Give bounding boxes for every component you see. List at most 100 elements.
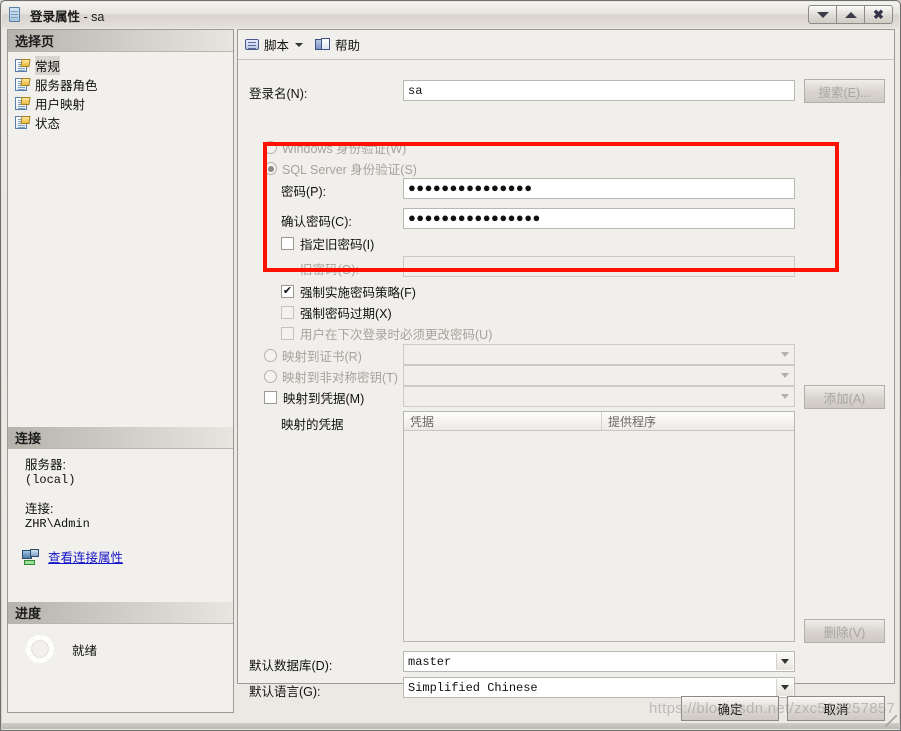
login-name-label-row: 登录名(N): xyxy=(249,83,307,102)
must-change-password-row[interactable]: 用户在下次登录时必须更改密码(U) xyxy=(281,324,492,343)
cancel-button[interactable]: 取消 xyxy=(787,695,885,721)
map-to-certificate-combo[interactable] xyxy=(403,344,795,365)
specify-old-password-checkbox[interactable] xyxy=(281,237,294,250)
enforce-password-policy-checkbox[interactable]: ✔ xyxy=(281,285,294,298)
old-password-input[interactable] xyxy=(403,256,795,277)
confirm-password-input[interactable]: ●●●●●●●●●●●●●●●● xyxy=(403,208,795,229)
delete-credential-button[interactable]: 删除(V) xyxy=(804,619,885,643)
progress-status: 就绪 xyxy=(72,643,98,658)
map-to-credential-combo[interactable] xyxy=(403,386,795,407)
login-name-input[interactable]: sa xyxy=(403,80,795,101)
connection-icon xyxy=(22,548,40,565)
window-controls: ✖ xyxy=(808,5,893,24)
password-value: ●●●●●●●●●●●●●●● xyxy=(408,181,533,196)
delete-button-label: 删除(V) xyxy=(823,625,866,640)
mapped-credentials-label: 映射的凭据 xyxy=(281,418,344,432)
chevron-down-icon[interactable] xyxy=(776,388,793,405)
default-database-label-row: 默认数据库(D): xyxy=(249,655,332,674)
ok-button-label: 确定 xyxy=(717,702,743,717)
page-icon xyxy=(14,96,31,111)
sidebar-item-server-roles[interactable]: 服务器角色 xyxy=(14,75,233,94)
enforce-expiration-row[interactable]: 强制密码过期(X) xyxy=(281,303,392,322)
help-label: 帮助 xyxy=(335,39,361,53)
chevron-down-icon xyxy=(816,11,829,18)
enforce-policy-row[interactable]: ✔ 强制实施密码策略(F) xyxy=(281,282,416,301)
must-change-password-checkbox[interactable] xyxy=(281,327,294,340)
must-change-password-label: 用户在下次登录时必须更改密码(U) xyxy=(300,328,493,342)
specify-old-password-label: 指定旧密码(I) xyxy=(300,238,375,252)
mapped-credentials-grid[interactable]: 凭据 提供程序 xyxy=(403,411,795,642)
login-name-value: sa xyxy=(408,83,423,98)
default-database-value: master xyxy=(408,654,452,669)
login-name-label: 登录名(N): xyxy=(249,87,308,101)
select-page-list: 常规 服务器角色 用户映射 状态 xyxy=(8,52,233,132)
left-panel: 选择页 常规 服务器角色 用户映射 状态 连接 服务器: (local) 连接:… xyxy=(7,29,234,713)
window-title-separator: - xyxy=(80,9,92,24)
help-button[interactable]: 帮助 xyxy=(315,35,360,54)
map-to-certificate-row[interactable]: 映射到证书(R) xyxy=(264,346,362,365)
sql-auth-radio[interactable] xyxy=(264,162,277,175)
default-database-combo[interactable]: master xyxy=(403,651,795,672)
sidebar-item-user-mapping[interactable]: 用户映射 xyxy=(14,94,233,113)
add-button-label: 添加(A) xyxy=(823,391,866,406)
map-to-asymmetric-key-radio[interactable] xyxy=(264,370,277,383)
sidebar-item-status[interactable]: 状态 xyxy=(14,113,233,132)
connection-value: ZHR\Admin xyxy=(25,517,90,531)
status-bar xyxy=(2,723,899,729)
add-credential-button[interactable]: 添加(A) xyxy=(804,385,885,409)
view-connection-properties-row[interactable]: 查看连接属性 xyxy=(8,547,233,566)
window-client-area: 选择页 常规 服务器角色 用户映射 状态 连接 服务器: (local) 连接:… xyxy=(2,28,899,730)
sql-auth-label: SQL Server 身份验证(S) xyxy=(282,163,417,177)
minimize-button[interactable] xyxy=(808,5,837,24)
sidebar-item-label: 服务器角色 xyxy=(35,79,98,93)
connection-header: 连接 xyxy=(8,427,233,449)
sidebar-item-general[interactable]: 常规 xyxy=(14,56,233,75)
grid-body[interactable] xyxy=(404,431,794,641)
map-to-certificate-radio[interactable] xyxy=(264,349,277,362)
ok-button[interactable]: 确定 xyxy=(681,695,779,721)
general-page-form: 登录名(N): sa 搜索(E)... Windows 身份验证(W) SQL … xyxy=(238,61,894,699)
document-icon xyxy=(9,7,23,23)
script-icon xyxy=(244,37,261,52)
map-to-asymmetric-key-combo[interactable] xyxy=(403,365,795,386)
maximize-button[interactable] xyxy=(836,5,865,24)
map-to-asymmetric-key-row[interactable]: 映射到非对称密钥(T) xyxy=(264,367,398,386)
enforce-password-expiration-label: 强制密码过期(X) xyxy=(300,307,392,321)
script-button[interactable]: 脚本 xyxy=(244,35,311,54)
search-button-label: 搜索(E)... xyxy=(818,85,871,100)
grid-column-provider: 提供程序 xyxy=(607,414,656,429)
map-to-credential-checkbox[interactable] xyxy=(264,391,277,404)
grid-header-row: 凭据 提供程序 xyxy=(404,412,794,431)
windows-auth-radio[interactable] xyxy=(264,141,277,154)
old-password-label: 旧密码(O): xyxy=(300,263,360,277)
close-icon: ✖ xyxy=(873,7,884,22)
view-connection-properties-link[interactable]: 查看连接属性 xyxy=(48,547,123,566)
enforce-password-expiration-checkbox[interactable] xyxy=(281,306,294,319)
windows-auth-radio-row[interactable]: Windows 身份验证(W) xyxy=(264,138,406,157)
sidebar-item-label: 用户映射 xyxy=(35,98,86,112)
map-to-credential-row[interactable]: 映射到凭据(M) xyxy=(264,388,364,407)
chevron-down-icon[interactable] xyxy=(776,653,793,670)
dialog-footer: 确定 取消 xyxy=(237,688,895,728)
toolbar: 脚本 帮助 xyxy=(238,30,894,60)
map-to-certificate-label: 映射到证书(R) xyxy=(282,350,362,364)
progress-spinner-icon xyxy=(26,635,54,663)
mapped-credentials-label-row: 映射的凭据 xyxy=(281,414,344,433)
login-properties-window: 登录属性 - sa ✖ 选择页 常规 服务器角色 用户映射 状态 连接 服务器:… xyxy=(0,0,901,731)
chevron-down-icon[interactable] xyxy=(295,42,304,47)
specify-old-password-row[interactable]: 指定旧密码(I) xyxy=(281,234,374,253)
resize-grip[interactable] xyxy=(885,715,897,727)
search-button[interactable]: 搜索(E)... xyxy=(804,79,885,103)
connection-section: 连接 服务器: (local) 连接: ZHR\Admin 查看连接属性 xyxy=(8,427,233,572)
page-icon xyxy=(14,77,31,92)
close-button[interactable]: ✖ xyxy=(864,5,893,24)
progress-header: 进度 xyxy=(8,602,233,624)
grid-column-credential: 凭据 xyxy=(404,412,602,430)
server-label: 服务器: xyxy=(25,458,66,472)
sql-auth-radio-row[interactable]: SQL Server 身份验证(S) xyxy=(264,159,417,178)
sidebar-item-label: 常规 xyxy=(35,56,61,75)
chevron-down-icon[interactable] xyxy=(776,367,793,384)
connection-label: 连接: xyxy=(25,502,54,516)
chevron-down-icon[interactable] xyxy=(776,346,793,363)
password-input[interactable]: ●●●●●●●●●●●●●●● xyxy=(403,178,795,199)
